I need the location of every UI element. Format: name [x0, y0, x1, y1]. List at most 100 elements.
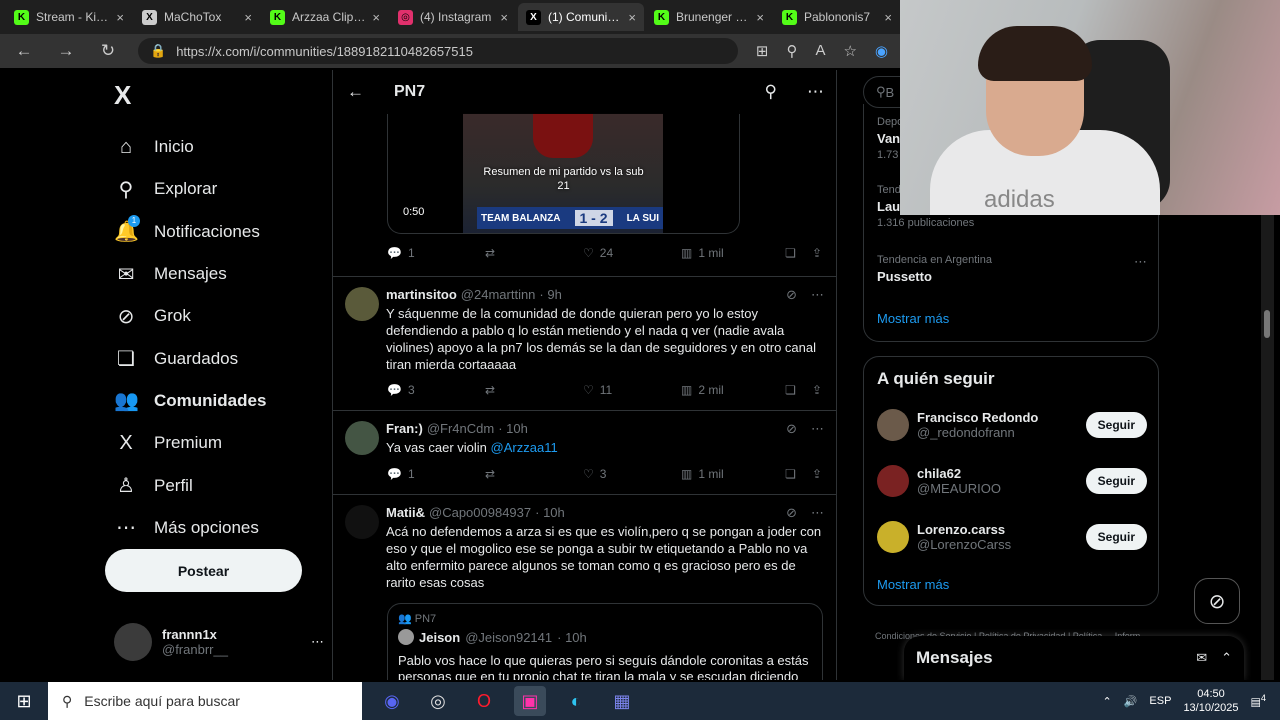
video-thumbnail[interactable]: Resumen de mi partido vs la sub 21 TEAM …: [463, 113, 663, 233]
views-button[interactable]: ▥ 1 mil: [681, 246, 779, 260]
forward-icon[interactable]: →: [54, 41, 78, 61]
avatar[interactable]: [345, 421, 379, 455]
like-button[interactable]: ♡ 24: [583, 246, 681, 260]
tweet[interactable]: Fran:) @Fr4nCdm · 10h ⊘ ⋯ Ya vas caer violin …: [333, 410, 836, 494]
browser-tab[interactable]: X (1) Comunidad ×: [518, 3, 644, 31]
more-dots-icon[interactable]: ⋯: [811, 287, 824, 303]
search-icon[interactable]: ⚲: [765, 82, 777, 102]
copilot-icon[interactable]: ◉: [875, 42, 888, 60]
avatar[interactable]: [345, 505, 379, 539]
tweet[interactable]: martinsitoo @24marttinn · 9h ⊘ ⋯ Y sáquenme d…: [333, 276, 836, 410]
lock-icon[interactable]: 🔒: [150, 43, 166, 59]
tweet-author-name[interactable]: Fran:): [386, 421, 423, 436]
favorite-star-icon[interactable]: ☆: [843, 42, 856, 60]
browser-tab[interactable]: K Stream - Kick D ×: [6, 3, 132, 31]
tray-expand-icon[interactable]: ⌃: [1103, 695, 1112, 708]
sidebar-item-más-opciones[interactable]: ⋯ Más opciones: [114, 507, 324, 549]
browser-tab[interactable]: ◎ (4) Instagram ×: [390, 3, 516, 31]
close-icon[interactable]: ×: [500, 10, 508, 25]
grok-icon[interactable]: ⊘: [786, 421, 797, 437]
share-icon[interactable]: ⇪: [812, 246, 822, 260]
messages-drawer[interactable]: Mensajes ✉ ⌃: [904, 636, 1244, 680]
url-text[interactable]: https://x.com/i/communities/188918211048…: [176, 44, 473, 59]
post-button[interactable]: Postear: [105, 549, 302, 592]
follow-suggestion[interactable]: Lorenzo.carss @LorenzoCarss Seguir: [877, 517, 1147, 557]
url-field[interactable]: 🔒 https://x.com/i/communities/1889182110…: [138, 38, 738, 64]
quoted-tweet[interactable]: 👥 PN7 Jeison @Jeison92141 · 10h Pablo vos ha…: [387, 603, 823, 680]
zoom-icon[interactable]: ⚲: [786, 42, 797, 60]
mention-link[interactable]: @Arzzaa11: [491, 440, 558, 455]
more-dots-icon[interactable]: ⋯: [1134, 254, 1147, 270]
close-icon[interactable]: ×: [116, 10, 124, 25]
sidebar-item-premium[interactable]: X Premium: [114, 422, 324, 464]
avatar[interactable]: [877, 409, 909, 441]
tweet-author-name[interactable]: martinsitoo: [386, 287, 457, 302]
edge-icon[interactable]: ◐: [560, 686, 592, 716]
share-icon[interactable]: ⇪: [812, 467, 822, 481]
close-icon[interactable]: ×: [244, 10, 252, 25]
follow-suggestion[interactable]: Francisco Redondo @_redondofrann Seguir: [877, 405, 1147, 445]
follow-button[interactable]: Seguir: [1085, 524, 1147, 550]
reply-button[interactable]: 💬 3: [387, 383, 485, 397]
follow-button[interactable]: Seguir: [1085, 468, 1147, 494]
reply-button[interactable]: 💬 1: [387, 467, 485, 481]
retweet-button[interactable]: ⇄: [485, 467, 583, 481]
like-button[interactable]: ♡ 11: [583, 383, 681, 397]
discord-icon[interactable]: ◉: [376, 686, 408, 716]
like-button[interactable]: ♡ 3: [583, 467, 681, 481]
more-dots-icon[interactable]: ⋯: [811, 421, 824, 437]
reply-button[interactable]: 💬 1: [387, 246, 485, 260]
back-icon[interactable]: ←: [12, 41, 36, 61]
show-more-trends-link[interactable]: Mostrar más: [877, 311, 949, 326]
close-icon[interactable]: ×: [884, 10, 892, 25]
close-icon[interactable]: ×: [628, 10, 636, 25]
sidebar-item-inicio[interactable]: ⌂ Inicio: [114, 126, 324, 168]
tweet-time[interactable]: · 9h: [539, 287, 561, 302]
grok-floating-button[interactable]: ⊘: [1194, 578, 1240, 624]
sidebar-item-comunidades[interactable]: 👥 Comunidades: [114, 380, 324, 422]
back-arrow-icon[interactable]: ←: [347, 82, 364, 102]
close-icon[interactable]: ×: [372, 10, 380, 25]
opera-icon[interactable]: O: [468, 686, 500, 716]
sidebar-item-mensajes[interactable]: ✉ Mensajes: [114, 253, 324, 295]
avatar[interactable]: [877, 465, 909, 497]
read-aloud-icon[interactable]: A: [815, 42, 825, 60]
browser-tab[interactable]: K Pablononis7 ×: [774, 3, 900, 31]
bookmark-icon[interactable]: ❏: [785, 246, 796, 260]
browser-tab[interactable]: K Brunenger - W ×: [646, 3, 772, 31]
tweet-author-handle[interactable]: @Fr4nCdm: [427, 421, 494, 436]
sidebar-item-grok[interactable]: ⊘ Grok: [114, 295, 324, 337]
tweet-author-name[interactable]: Matii&: [386, 505, 425, 520]
bookmark-icon[interactable]: ❏: [785, 383, 796, 397]
views-button[interactable]: ▥ 1 mil: [681, 467, 779, 481]
retweet-button[interactable]: ⇄: [485, 246, 583, 260]
m365-icon[interactable]: ▣: [514, 686, 546, 716]
tweet-author-handle[interactable]: @Capo00984937: [429, 505, 531, 520]
volume-icon[interactable]: 🔊: [1124, 695, 1138, 708]
new-message-icon[interactable]: ✉: [1196, 650, 1207, 666]
avatar[interactable]: [345, 287, 379, 321]
refresh-icon[interactable]: ↻: [96, 41, 120, 61]
grok-icon[interactable]: ⊘: [786, 505, 797, 521]
tweet-time[interactable]: · 10h: [535, 505, 565, 520]
more-dots-icon[interactable]: ⋯: [807, 82, 824, 102]
close-icon[interactable]: ×: [756, 10, 764, 25]
teams-icon[interactable]: ▦: [606, 686, 638, 716]
more-dots-icon[interactable]: ⋯: [311, 634, 324, 650]
account-switcher[interactable]: frannn1x @franbrr__ ⋯: [114, 622, 324, 662]
follow-suggestion[interactable]: chila62 @MEAURIOO Seguir: [877, 461, 1147, 501]
sidebar-item-guardados[interactable]: ❏ Guardados: [114, 337, 324, 379]
views-button[interactable]: ▥ 2 mil: [681, 383, 779, 397]
bookmark-icon[interactable]: ❏: [785, 467, 796, 481]
notifications-icon[interactable]: ▤4: [1251, 693, 1267, 709]
more-dots-icon[interactable]: ⋯: [811, 505, 824, 521]
expand-icon[interactable]: ⌃: [1221, 650, 1232, 666]
browser-tab[interactable]: K Arzzaa Clips - V ×: [262, 3, 388, 31]
windows-start-icon[interactable]: ⊞: [0, 691, 48, 712]
sidebar-item-notificaciones[interactable]: 🔔 1 Notificaciones: [114, 211, 324, 253]
taskbar-search[interactable]: ⚲ Escribe aquí para buscar: [48, 682, 362, 720]
avatar[interactable]: [877, 521, 909, 553]
clock[interactable]: 04:50 13/10/2025: [1183, 687, 1238, 715]
video-embed[interactable]: Resumen de mi partido vs la sub 21 TEAM …: [387, 110, 740, 234]
trend-item[interactable]: Tendencia en Argentina Pussetto ⋯: [877, 254, 1147, 287]
